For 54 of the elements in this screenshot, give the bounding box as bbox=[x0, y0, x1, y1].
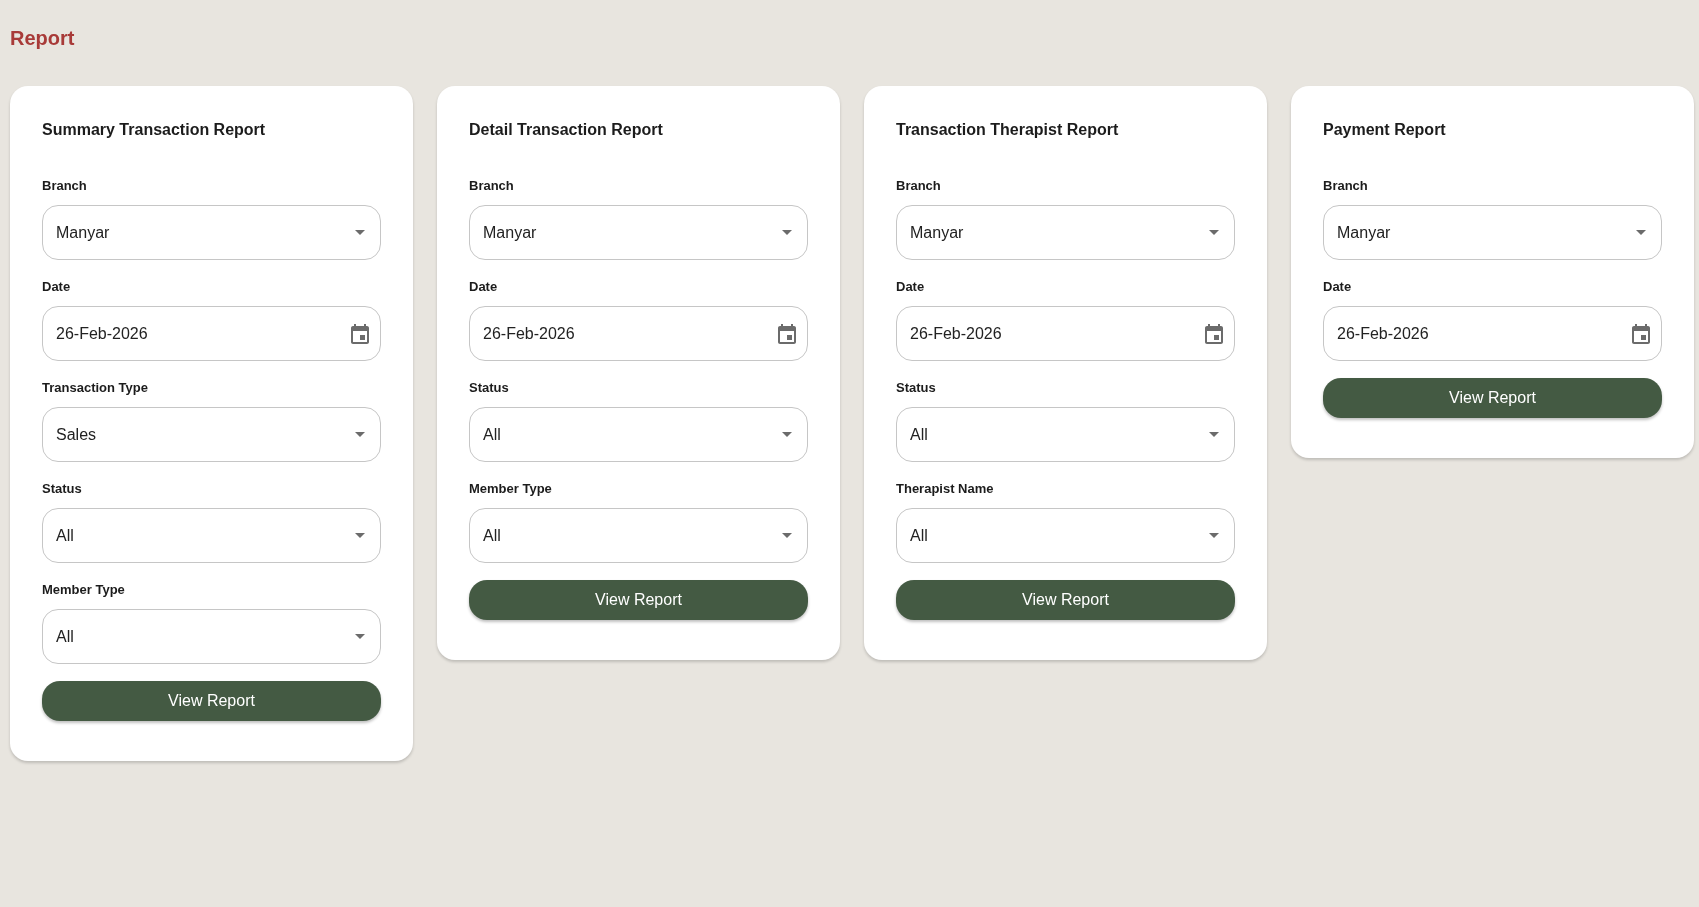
caret-icon bbox=[782, 230, 792, 235]
calendar-icon bbox=[1205, 323, 1223, 344]
field-label: Transaction Type bbox=[42, 379, 148, 397]
caret-icon bbox=[355, 533, 365, 538]
view-report-button[interactable]: View Report bbox=[1323, 378, 1662, 418]
caret-icon bbox=[1636, 230, 1646, 235]
field-label: Status bbox=[896, 379, 936, 397]
field-label: Member Type bbox=[469, 480, 552, 498]
caret-icon bbox=[1209, 533, 1219, 538]
field-label: Status bbox=[42, 480, 82, 498]
caret-icon bbox=[782, 533, 792, 538]
dropdown-field[interactable]: Manyar bbox=[469, 205, 808, 260]
date-field[interactable]: 26-Feb-2026 bbox=[896, 306, 1235, 361]
field-label: Branch bbox=[42, 177, 87, 195]
dropdown-field[interactable]: Manyar bbox=[896, 205, 1235, 260]
card-title: Transaction Therapist Report bbox=[896, 120, 1119, 140]
page-title: Report bbox=[10, 26, 75, 50]
card-title: Summary Transaction Report bbox=[42, 120, 266, 140]
dropdown-field[interactable]: Sales bbox=[42, 407, 381, 462]
field-label: Date bbox=[42, 278, 71, 296]
date-field[interactable]: 26-Feb-2026 bbox=[42, 306, 381, 361]
caret-icon bbox=[1209, 432, 1219, 437]
field-label: Branch bbox=[1323, 177, 1368, 195]
card-title: Detail Transaction Report bbox=[469, 120, 663, 140]
dropdown-field[interactable]: All bbox=[469, 508, 808, 563]
date-field[interactable]: 26-Feb-2026 bbox=[469, 306, 808, 361]
date-field[interactable]: 26-Feb-2026 bbox=[1323, 306, 1662, 361]
field-label: Date bbox=[469, 278, 498, 296]
caret-icon bbox=[1209, 230, 1219, 235]
field-label: Date bbox=[896, 278, 925, 296]
field-label: Therapist Name bbox=[896, 480, 994, 498]
calendar-icon bbox=[351, 323, 369, 344]
dropdown-field[interactable]: Manyar bbox=[1323, 205, 1662, 260]
field-label: Status bbox=[469, 379, 509, 397]
caret-icon bbox=[355, 634, 365, 639]
dropdown-field[interactable]: All bbox=[469, 407, 808, 462]
dropdown-field[interactable]: All bbox=[896, 508, 1235, 563]
dropdown-field[interactable]: Manyar bbox=[42, 205, 381, 260]
caret-icon bbox=[355, 230, 365, 235]
calendar-icon bbox=[778, 323, 796, 344]
dropdown-field[interactable]: All bbox=[896, 407, 1235, 462]
caret-icon bbox=[782, 432, 792, 437]
view-report-button[interactable]: View Report bbox=[896, 580, 1235, 620]
field-label: Branch bbox=[469, 177, 514, 195]
field-label: Date bbox=[1323, 278, 1352, 296]
view-report-button[interactable]: View Report bbox=[469, 580, 808, 620]
dropdown-field[interactable]: All bbox=[42, 508, 381, 563]
field-label: Branch bbox=[896, 177, 941, 195]
calendar-icon bbox=[1632, 323, 1650, 344]
field-label: Member Type bbox=[42, 581, 125, 599]
view-report-button[interactable]: View Report bbox=[42, 681, 381, 721]
caret-icon bbox=[355, 432, 365, 437]
card-title: Payment Report bbox=[1323, 120, 1446, 140]
dropdown-field[interactable]: All bbox=[42, 609, 381, 664]
